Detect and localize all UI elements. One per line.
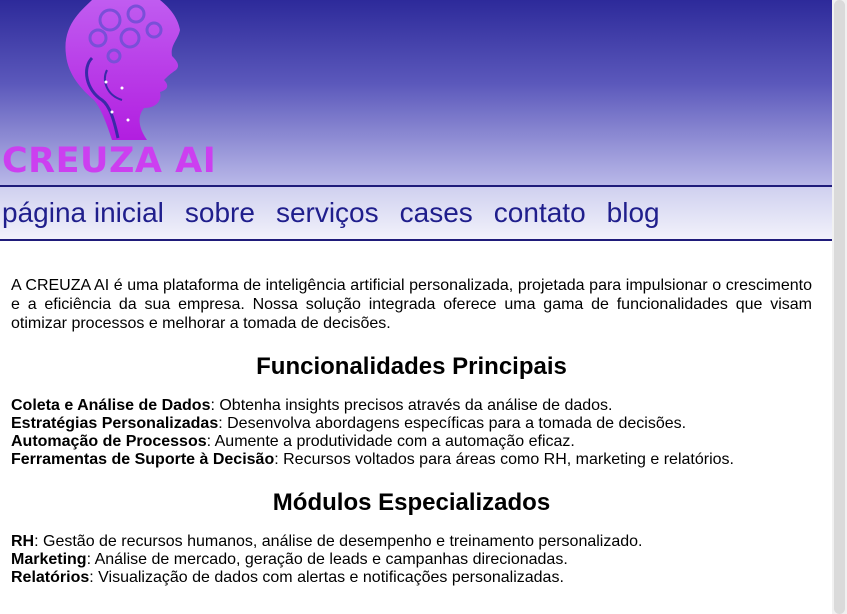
nav-link-cases[interactable]: cases: [400, 197, 473, 229]
list-item-term: Coleta e Análise de Dados: [11, 397, 211, 414]
list-item-desc: : Aumente a produtividade com a automaçã…: [206, 433, 575, 450]
list-item-desc: : Análise de mercado, geração de leads e…: [86, 551, 568, 568]
nav-link-contact[interactable]: contato: [494, 197, 586, 229]
list-item: Estratégias Personalizadas: Desenvolva a…: [11, 415, 812, 433]
list-item-desc: : Desenvolva abordagens específicas para…: [218, 415, 687, 432]
list-item-term: Marketing: [11, 551, 87, 568]
brain-head-logo-icon: [65, 0, 180, 140]
site-header: CREUZA AI: [0, 0, 832, 185]
list-item-desc: : Recursos voltados para áreas como RH, …: [274, 451, 734, 468]
nav-link-blog[interactable]: blog: [607, 197, 660, 229]
intro-paragraph: A CREUZA AI é uma plataforma de inteligê…: [11, 277, 812, 332]
vertical-scrollbar[interactable]: [832, 0, 847, 614]
list-item: Ferramentas de Suporte à Decisão: Recurs…: [11, 451, 812, 469]
main-content: A CREUZA AI é uma plataforma de inteligê…: [11, 276, 812, 587]
list-item-desc: : Obtenha insights precisos através da a…: [210, 397, 613, 414]
list-item: Marketing: Análise de mercado, geração d…: [11, 551, 812, 569]
list-item-desc: : Visualização de dados com alertas e no…: [89, 569, 564, 586]
page: CREUZA AI página inicial sobre serviços …: [0, 0, 832, 614]
list-item-term: Relatórios: [11, 569, 90, 586]
list-item: Automação de Processos: Aumente a produt…: [11, 433, 812, 451]
modules-list: RH: Gestão de recursos humanos, análise …: [11, 533, 812, 587]
main-nav: página inicial sobre serviços cases cont…: [0, 185, 832, 241]
nav-link-services[interactable]: serviços: [276, 197, 379, 229]
features-list: Coleta e Análise de Dados: Obtenha insig…: [11, 397, 812, 469]
scrollbar-thumb[interactable]: [834, 0, 845, 614]
nav-link-home[interactable]: página inicial: [2, 197, 164, 229]
list-item-term: RH: [11, 533, 35, 550]
features-heading: Funcionalidades Principais: [256, 353, 567, 380]
list-item-term: Estratégias Personalizadas: [11, 415, 219, 432]
list-item: RH: Gestão de recursos humanos, análise …: [11, 533, 812, 551]
modules-heading: Módulos Especializados: [272, 489, 551, 516]
list-item-term: Automação de Processos: [11, 433, 207, 450]
list-item-desc: : Gestão de recursos humanos, análise de…: [34, 533, 643, 550]
list-item: Relatórios: Visualização de dados com al…: [11, 569, 812, 587]
logo-text: CREUZA AI: [2, 141, 217, 181]
list-item: Coleta e Análise de Dados: Obtenha insig…: [11, 397, 812, 415]
nav-link-about[interactable]: sobre: [185, 197, 255, 229]
list-item-term: Ferramentas de Suporte à Decisão: [11, 451, 275, 468]
